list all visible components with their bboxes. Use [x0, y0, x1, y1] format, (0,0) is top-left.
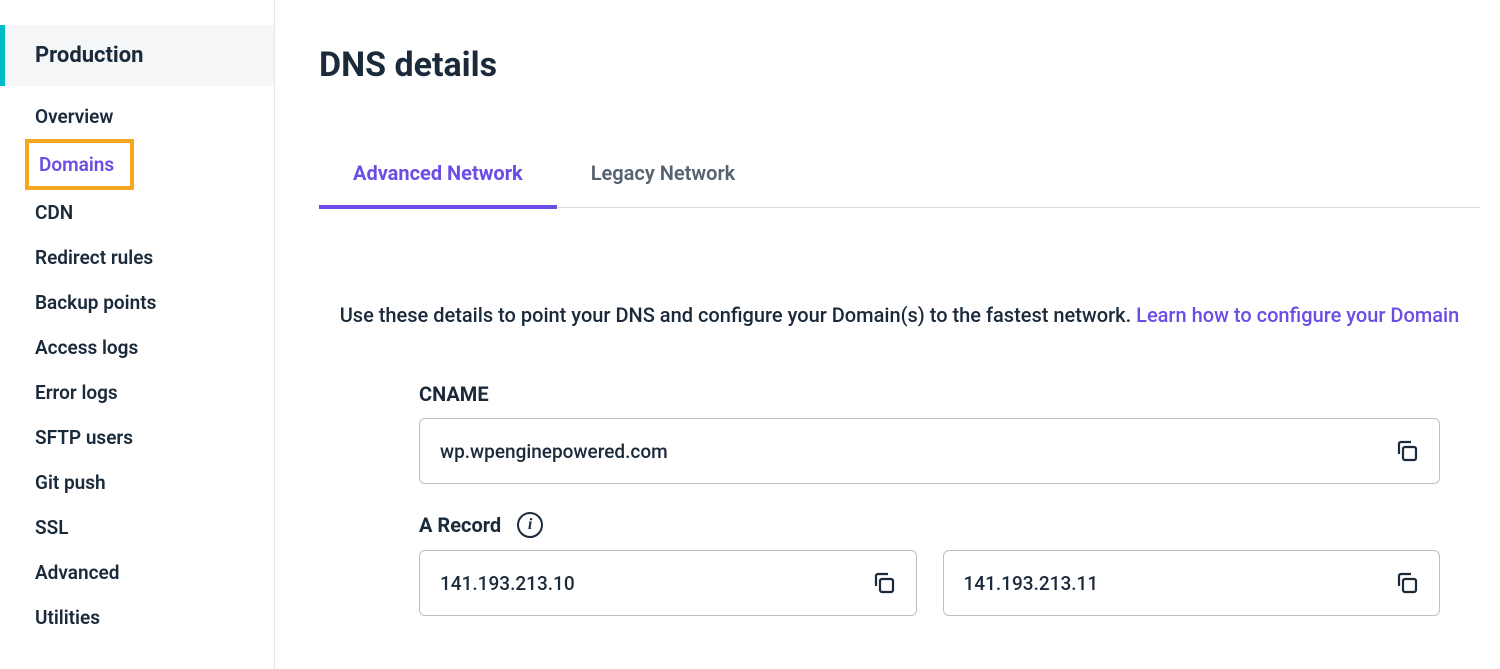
sidebar-item-label: Domains [39, 153, 114, 176]
info-icon[interactable]: i [517, 512, 543, 538]
sidebar-item-label: Redirect rules [35, 246, 153, 269]
sidebar-item-label: Utilities [35, 606, 100, 629]
sidebar: Production Overview Domains CDN Redirect… [0, 0, 275, 669]
tab-label: Advanced Network [353, 161, 523, 185]
cname-value-box: wp.wpenginepowered.com [419, 418, 1440, 484]
tab-advanced-network[interactable]: Advanced Network [319, 141, 557, 209]
a-record-box-1: 141.193.213.10 [419, 550, 917, 616]
sidebar-item-label: Advanced [35, 561, 119, 584]
a-record-value: 141.193.213.10 [440, 572, 575, 595]
sidebar-item-advanced[interactable]: Advanced [0, 550, 274, 595]
copy-icon[interactable] [872, 571, 896, 595]
sidebar-item-access-logs[interactable]: Access logs [0, 325, 274, 370]
a-record-label: A Record i [419, 512, 1440, 538]
tab-label: Legacy Network [591, 161, 736, 185]
dns-records: CNAME wp.wpenginepowered.com A Record i … [319, 382, 1480, 616]
sidebar-item-label: Git push [35, 471, 106, 494]
a-record-box-2: 141.193.213.11 [943, 550, 1441, 616]
sidebar-item-label: Error logs [35, 381, 118, 404]
sidebar-item-label: Access logs [35, 336, 138, 359]
sidebar-item-backup-points[interactable]: Backup points [0, 280, 274, 325]
helper-text-body: Use these details to point your DNS and … [340, 303, 1136, 327]
main-content: DNS details Advanced Network Legacy Netw… [275, 0, 1500, 669]
copy-icon[interactable] [1395, 439, 1419, 463]
learn-configure-domain-link[interactable]: Learn how to configure your Domain [1136, 303, 1459, 327]
copy-icon[interactable] [1395, 571, 1419, 595]
sidebar-item-sftp-users[interactable]: SFTP users [0, 415, 274, 460]
sidebar-item-redirect-rules[interactable]: Redirect rules [0, 235, 274, 280]
sidebar-item-label: Overview [35, 105, 113, 128]
sidebar-item-overview[interactable]: Overview [0, 94, 274, 139]
cname-label: CNAME [419, 382, 1440, 406]
sidebar-item-label: CDN [35, 201, 73, 224]
sidebar-section-production[interactable]: Production [0, 25, 274, 86]
page-title: DNS details [319, 45, 1480, 85]
a-record-row: 141.193.213.10 141.193.213.11 [419, 550, 1440, 616]
sidebar-item-utilities[interactable]: Utilities [0, 595, 274, 640]
a-record-value: 141.193.213.11 [964, 572, 1099, 595]
sidebar-item-cdn[interactable]: CDN [0, 190, 274, 235]
sidebar-item-ssl[interactable]: SSL [0, 505, 274, 550]
cname-value: wp.wpenginepowered.com [440, 440, 668, 463]
sidebar-item-domains[interactable]: Domains [25, 139, 134, 190]
sidebar-section-label: Production [35, 43, 144, 68]
helper-text: Use these details to point your DNS and … [319, 303, 1480, 327]
tab-legacy-network[interactable]: Legacy Network [557, 141, 770, 209]
sidebar-item-label: SSL [35, 516, 68, 539]
sidebar-item-label: SFTP users [35, 426, 133, 449]
tabs: Advanced Network Legacy Network [319, 141, 1480, 208]
sidebar-item-git-push[interactable]: Git push [0, 460, 274, 505]
sidebar-item-label: Backup points [35, 291, 156, 314]
sidebar-item-error-logs[interactable]: Error logs [0, 370, 274, 415]
